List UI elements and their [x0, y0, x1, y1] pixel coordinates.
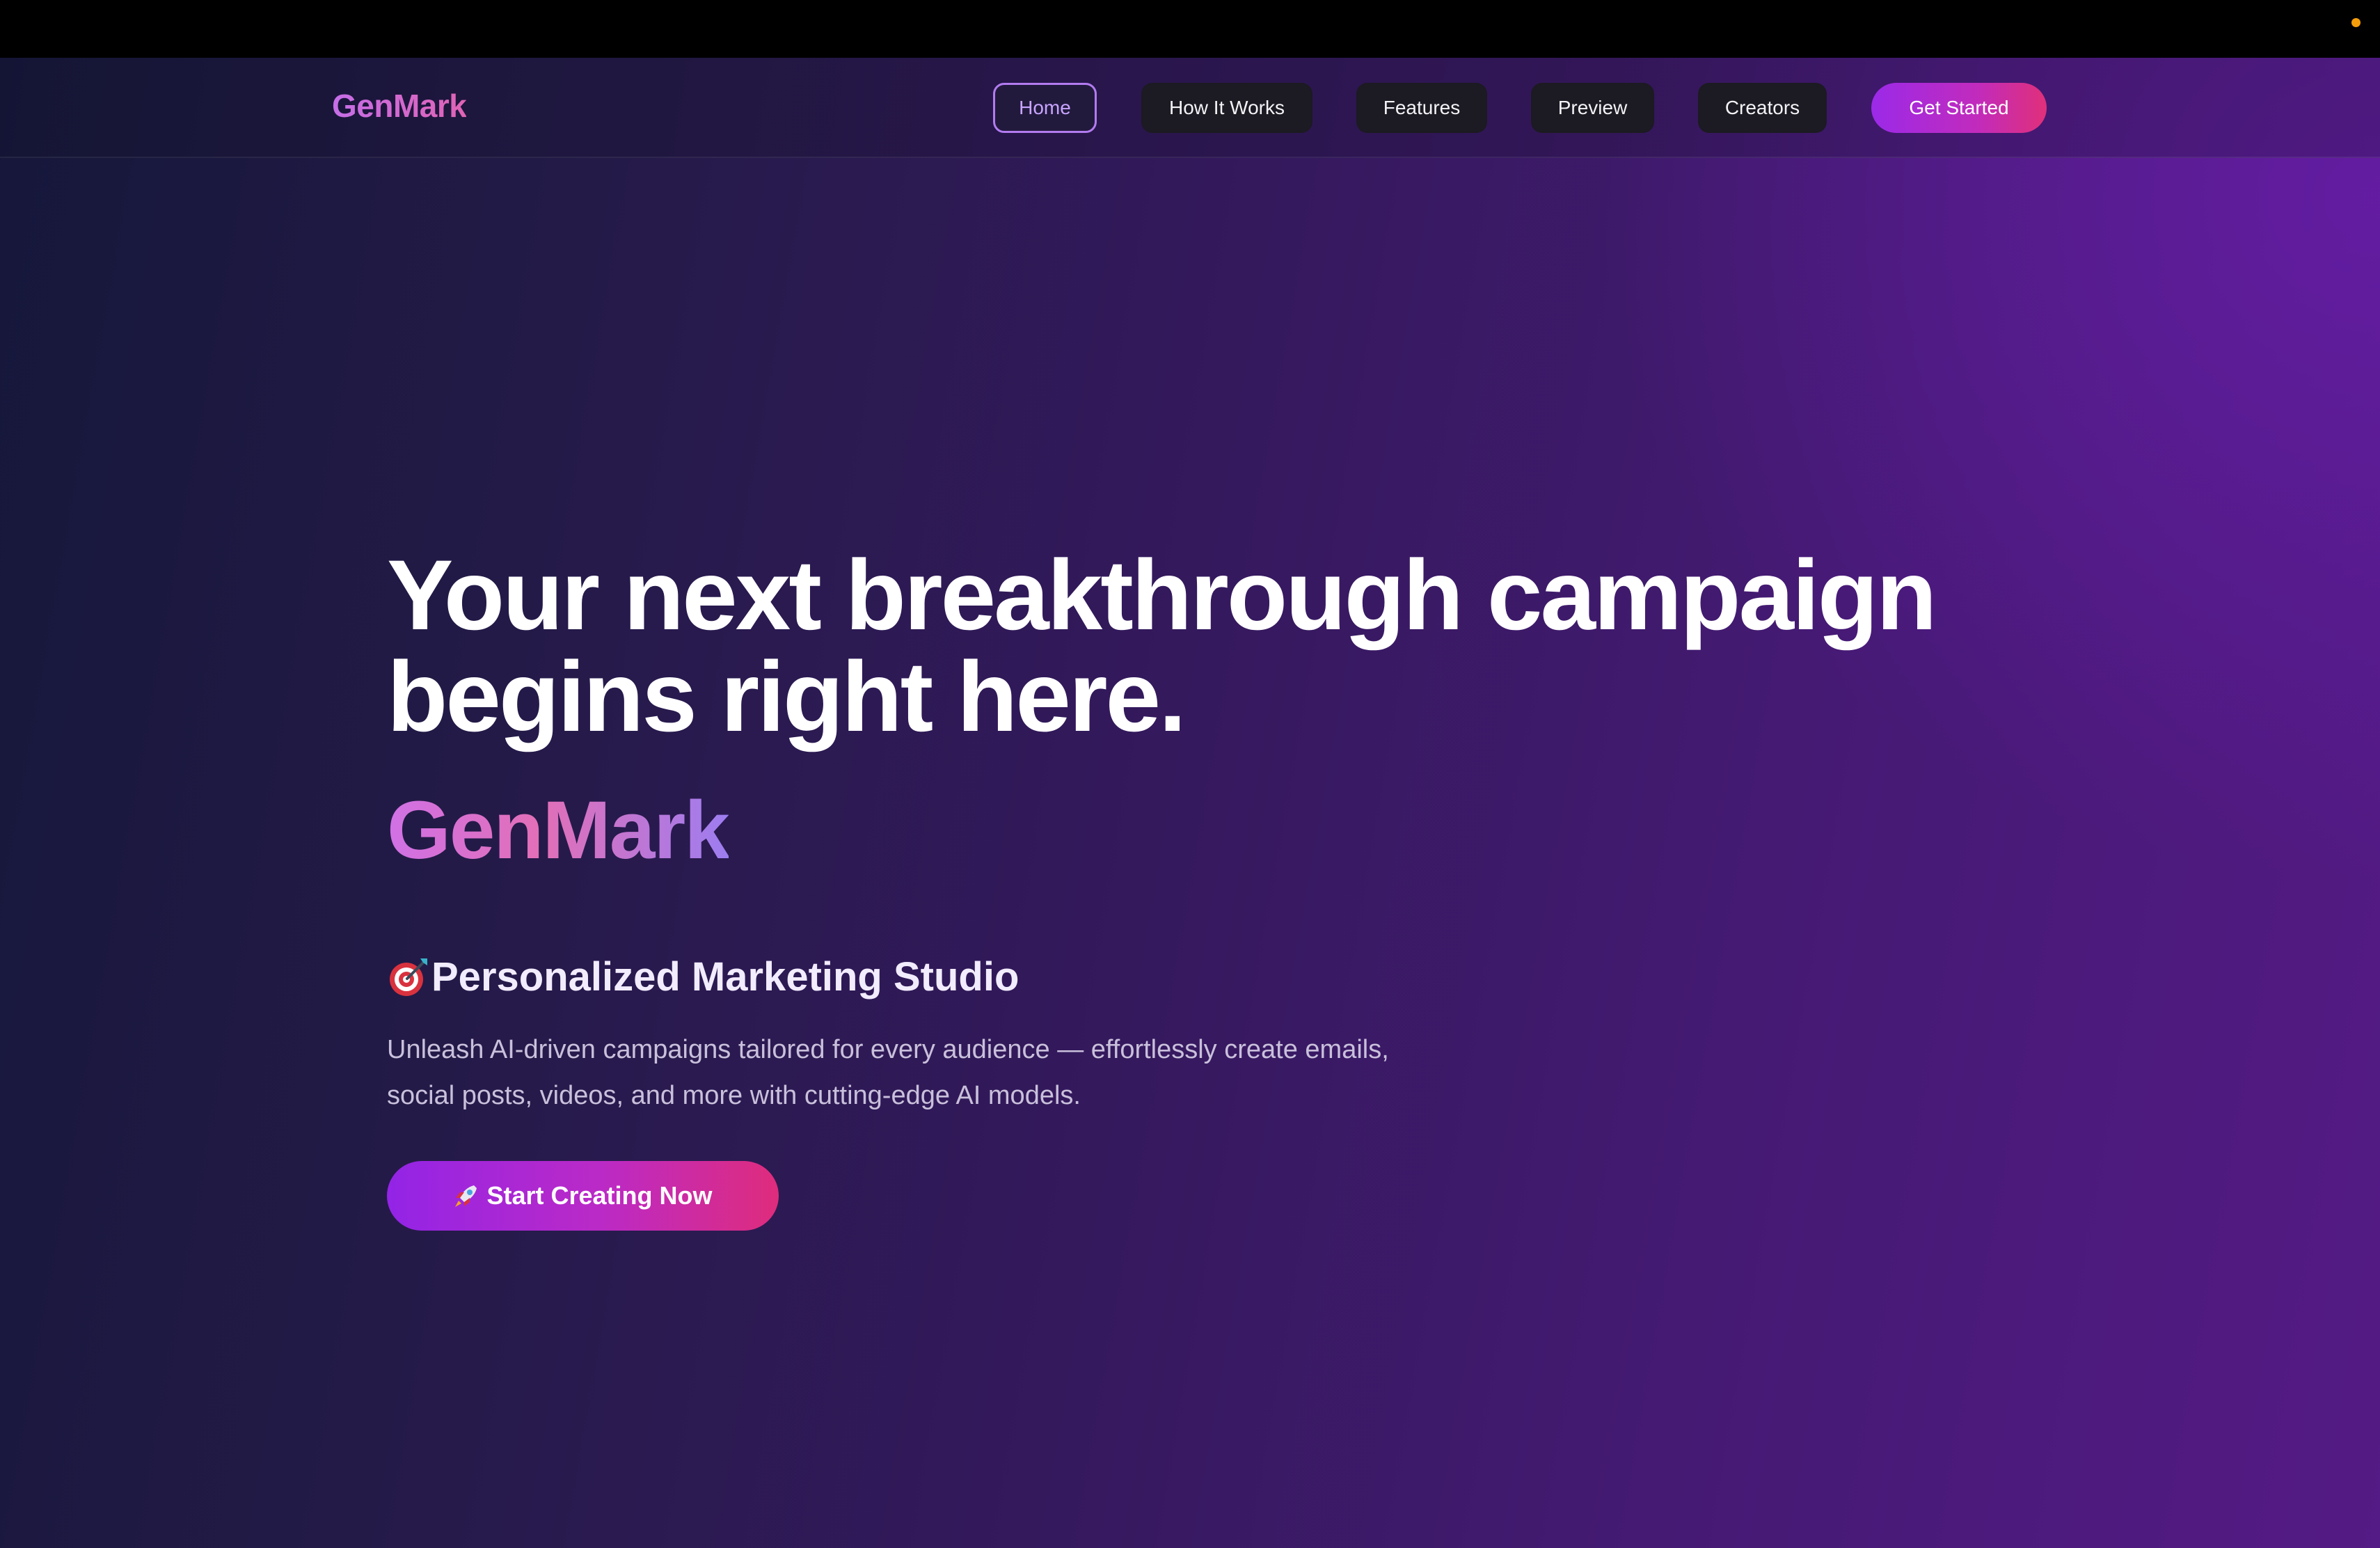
hero-subtitle: Personalized Marketing Studio — [387, 953, 1019, 1002]
start-creating-button[interactable]: Start Creating Now — [387, 1161, 779, 1231]
hero-headline-line-2: begins right here. — [387, 642, 1187, 752]
hero-description-line-1: Unleash AI-driven campaigns tailored for… — [387, 1035, 1389, 1064]
system-top-bar — [0, 0, 2380, 58]
hero-description-line-2: social posts, videos, and more with cutt… — [387, 1081, 1081, 1110]
navbar: GenMark Home How It Works Features Previ… — [0, 58, 2380, 158]
nav-item-features[interactable]: Features — [1356, 83, 1487, 133]
main-hero-area: GenMark Home How It Works Features Previ… — [0, 58, 2380, 1548]
hero-description: Unleash AI-driven campaigns tailored for… — [387, 1027, 1473, 1119]
nav-item-preview[interactable]: Preview — [1531, 83, 1654, 133]
page: GenMark Home How It Works Features Previ… — [0, 0, 2380, 1548]
nav-item-home[interactable]: Home — [993, 83, 1097, 133]
target-icon — [387, 956, 430, 999]
get-started-button[interactable]: Get Started — [1871, 83, 2047, 133]
hero-headline-line-1: Your next breakthrough campaign — [387, 540, 1937, 651]
nav-logo[interactable]: GenMark — [332, 87, 467, 125]
hero-subtitle-text: Personalized Marketing Studio — [431, 954, 1020, 1000]
status-indicator-dot — [2351, 18, 2361, 27]
nav-item-how-it-works[interactable]: How It Works — [1141, 83, 1312, 133]
hero-headline: Your next breakthrough campaign begins r… — [387, 545, 2127, 748]
brand-title: GenMark — [387, 784, 730, 876]
start-creating-label: Start Creating Now — [486, 1181, 713, 1210]
nav-item-creators[interactable]: Creators — [1698, 83, 1827, 133]
rocket-icon — [453, 1183, 479, 1209]
